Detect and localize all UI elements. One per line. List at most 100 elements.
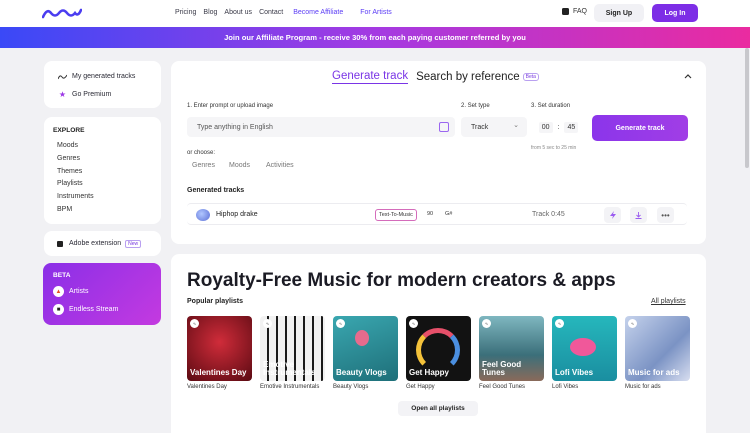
playlist-cover[interactable]: ∿ Emotive Instrumentals (260, 316, 325, 381)
sidebar-item-artists[interactable]: ▲ Artists (53, 286, 88, 297)
playlist-caption[interactable]: Emotive Instrumentals (260, 384, 325, 390)
track-cover (196, 209, 210, 221)
duration-label: 3. Set duration (531, 103, 571, 109)
logo-icon: ∿ (336, 319, 345, 328)
sidebar-item-my-tracks[interactable]: My generated tracks (58, 72, 135, 81)
sidebar-item-label: Endless Stream (69, 306, 119, 313)
login-button[interactable]: Log In (652, 4, 698, 22)
nav-link-blog[interactable]: Blog (203, 9, 217, 16)
scrollbar-thumb[interactable] (745, 48, 749, 168)
nav-link-about[interactable]: About us (224, 9, 252, 16)
radio-icon: ■ (53, 304, 64, 315)
playlist-caption[interactable]: Feel Good Tunes (479, 384, 544, 390)
generated-tracks-heading: Generated tracks (187, 187, 245, 194)
faq-label: FAQ (573, 8, 588, 15)
tab-search-reference[interactable]: Search by reference (416, 71, 520, 83)
playlist-overlay-title: Get Happy (409, 368, 450, 377)
nav-links: Pricing Blog About us Contact Become Aff… (175, 9, 406, 16)
sidebar-item-playlists[interactable]: Playlists (57, 180, 83, 187)
sidebar-item-bpm[interactable]: BPM (57, 206, 72, 213)
sidebar-item-instruments[interactable]: Instruments (57, 193, 94, 200)
playlist-cover[interactable]: ∿ Feel Good Tunes (479, 316, 544, 381)
playlist-card[interactable]: ∿ Lofi Vibes Lofi Vibes (552, 316, 617, 390)
sidebar-item-genres[interactable]: Genres (57, 155, 80, 162)
logo-icon: ∿ (482, 319, 491, 328)
playlist-card[interactable]: ∿ Feel Good Tunes Feel Good Tunes (479, 316, 544, 390)
signup-button[interactable]: Sign Up (594, 4, 644, 22)
playlist-cover[interactable]: ∿ Beauty Vlogs (333, 316, 398, 381)
playlist-overlay-title: Beauty Vlogs (336, 368, 387, 377)
logo[interactable] (41, 7, 83, 21)
track-key: G# (445, 211, 453, 217)
lightning-icon[interactable] (604, 207, 621, 223)
playlist-card[interactable]: ∿ Get Happy Get Happy (406, 316, 471, 390)
chip-genres[interactable]: Genres (192, 162, 215, 169)
playlist-cover[interactable]: ∿ Valentines Day (187, 316, 252, 381)
playlist-caption[interactable]: Music for ads (625, 384, 690, 390)
playlist-overlay-title: Lofi Vibes (555, 368, 594, 377)
nav-link-contact[interactable]: Contact (259, 9, 283, 16)
more-icon[interactable]: ••• (657, 207, 674, 223)
playlist-card[interactable]: ∿ Emotive Instrumentals Emotive Instrume… (260, 316, 325, 390)
tab-generate[interactable]: Generate track (332, 70, 409, 84)
playlist-overlay-title: Emotive Instrumentals (263, 360, 316, 377)
playlist-card[interactable]: ∿ Valentines Day Valentines Day (187, 316, 252, 390)
download-icon[interactable] (630, 207, 647, 223)
playlist-card[interactable]: ∿ Music for ads Music for ads (625, 316, 690, 390)
duration-minutes[interactable]: 00 (538, 121, 553, 133)
playlist-cover[interactable]: ∿ Music for ads (625, 316, 690, 381)
nav-link-artists[interactable]: For Artists (360, 9, 392, 16)
logo-icon: ∿ (555, 319, 564, 328)
prompt-placeholder: Type anything in English (197, 123, 273, 131)
sidebar-item-themes[interactable]: Themes (57, 168, 82, 175)
affiliate-banner[interactable]: Join our Affiliate Program - receive 30%… (0, 27, 750, 48)
prompt-label: 1. Enter prompt or upload image (187, 103, 274, 109)
playlist-cover[interactable]: ∿ Get Happy (406, 316, 471, 381)
faq-link[interactable]: FAQ (562, 8, 587, 15)
adobe-extension-link[interactable]: Adobe extension New (55, 239, 142, 248)
playlist-caption[interactable]: Beauty Vlogs (333, 384, 398, 390)
nav-link-pricing[interactable]: Pricing (175, 9, 196, 16)
track-duration: Track 0:45 (532, 211, 565, 218)
duration-seconds[interactable]: 45 (564, 121, 579, 133)
open-all-playlists-button[interactable]: Open all playlists (398, 401, 478, 416)
chip-moods[interactable]: Moods (229, 162, 250, 169)
playlist-overlay-title: Feel Good Tunes (482, 360, 522, 377)
sidebar-explore: EXPLORE Moods Genres Themes Playlists In… (44, 117, 161, 224)
sidebar-item-label: My generated tracks (72, 73, 136, 80)
generate-button[interactable]: Generate track (592, 115, 688, 141)
playlist-caption[interactable]: Valentines Day (187, 384, 252, 390)
sidebar-item-endless-stream[interactable]: ■ Endless Stream (53, 304, 118, 315)
generator-panel: Generate track Search by reference Beta … (171, 61, 706, 244)
playlist-caption[interactable]: Lofi Vibes (552, 384, 617, 390)
track-row[interactable]: Hiphop drake Text-To-Music 90 G# Track 0… (187, 203, 687, 225)
beta-badge: Beta (522, 73, 539, 81)
adobe-label: Adobe extension (69, 240, 122, 247)
sidebar-adobe[interactable]: Adobe extension New (44, 231, 161, 256)
playlist-caption[interactable]: Get Happy (406, 384, 471, 390)
generator-tabs: Generate track Search by reference Beta (332, 70, 539, 84)
nav-link-affiliate[interactable]: Become Affiliate (293, 9, 343, 16)
chevron-down-icon: ⌄ (513, 122, 519, 129)
new-badge: New (125, 239, 142, 248)
logo-icon: ∿ (263, 319, 272, 328)
sidebar-beta: BETA ▲ Artists ■ Endless Stream (43, 263, 161, 325)
scrollbar[interactable] (744, 48, 750, 433)
sidebar-item-moods[interactable]: Moods (57, 142, 78, 149)
upload-image-icon[interactable] (439, 122, 449, 132)
playlist-cover[interactable]: ∿ Lofi Vibes (552, 316, 617, 381)
track-name[interactable]: Hiphop drake (216, 211, 258, 218)
sidebar-user-card: My generated tracks ★ Go Premium (44, 61, 161, 108)
prompt-input[interactable]: Type anything in English (187, 117, 455, 137)
flame-icon: ▲ (53, 286, 64, 297)
chevron-up-icon[interactable] (684, 71, 692, 81)
duration-separator: : (557, 123, 560, 131)
duration-input[interactable]: 00 : 45 (531, 117, 586, 137)
type-select[interactable]: Track ⌄ (461, 117, 527, 137)
beta-heading: BETA (53, 272, 71, 279)
playlist-overlay-title: Valentines Day (190, 368, 247, 377)
playlist-card[interactable]: ∿ Beauty Vlogs Beauty Vlogs (333, 316, 398, 390)
sidebar-item-premium[interactable]: ★ Go Premium (58, 90, 111, 99)
chip-activities[interactable]: Activities (266, 162, 294, 169)
all-playlists-link[interactable]: All playlists (651, 298, 686, 305)
